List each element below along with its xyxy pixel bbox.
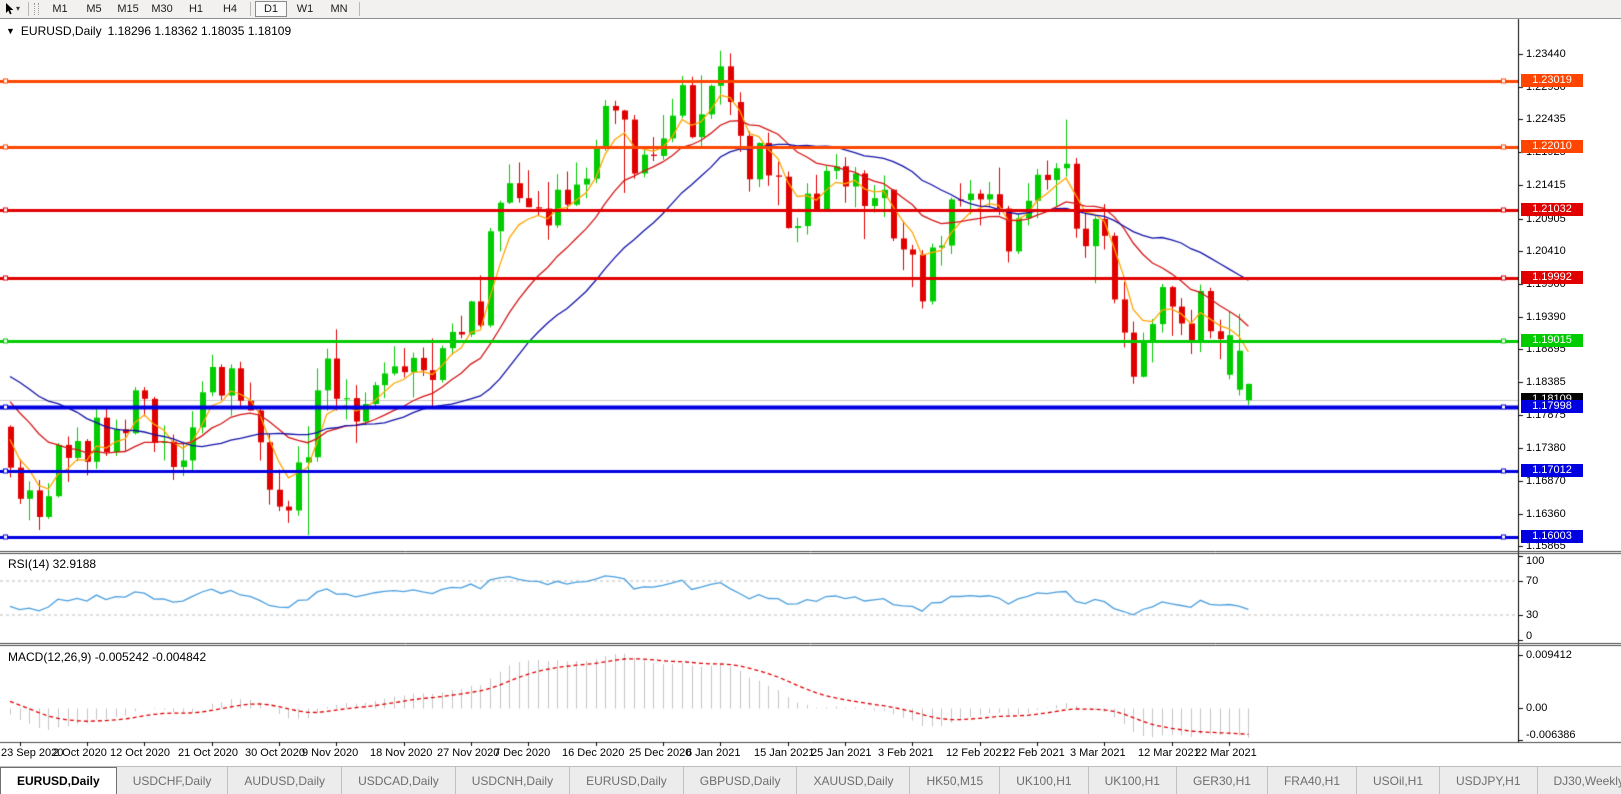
date-axis-label: 27 Nov 2020 — [437, 747, 499, 759]
timeframe-button-m15[interactable]: M15 — [112, 1, 144, 17]
chart-tabs: EURUSD,DailyUSDCHF,DailyAUDUSD,DailyUSDC… — [0, 767, 1621, 794]
rsi-indicator-label: RSI(14) 32.9188 — [8, 557, 96, 571]
date-axis-label: 22 Feb 2021 — [1003, 747, 1065, 759]
price-level-badge: 1.21032 — [1521, 203, 1583, 216]
toolbar: ▾ M1M5M15M30H1H4 D1W1MN — [0, 0, 1621, 19]
chart-tab-dj30-weekly[interactable]: DJ30,Weekly — [1538, 767, 1621, 794]
macd-tick-label: 0.00 — [1526, 702, 1547, 714]
date-axis-label: 21 Oct 2020 — [178, 747, 238, 759]
date-axis-label: 16 Dec 2020 — [562, 747, 624, 759]
timeframe-button-m5[interactable]: M5 — [78, 1, 110, 17]
chart-tab-eurusd-daily[interactable]: EURUSD,Daily — [570, 767, 684, 794]
date-axis-label: 30 Oct 2020 — [245, 747, 305, 759]
chart-tab-uk100-h1[interactable]: UK100,H1 — [1000, 767, 1088, 794]
price-tick-label: 1.20410 — [1526, 245, 1566, 257]
chart-tab-xauusd-daily[interactable]: XAUUSD,Daily — [797, 767, 910, 794]
timeframe-buttons: M1M5M15M30H1H4 D1W1MN — [43, 1, 363, 17]
cursor-tool-button[interactable]: ▾ — [0, 1, 25, 17]
macd-indicator-label: MACD(12,26,9) -0.005242 -0.004842 — [8, 650, 206, 664]
chart-tab-usdjpy-h1[interactable]: USDJPY,H1 — [1440, 767, 1537, 794]
date-axis-label: 12 Feb 2021 — [946, 747, 1008, 759]
price-level-badge: 1.19015 — [1521, 334, 1583, 347]
price-level-badge: 1.22010 — [1521, 140, 1583, 153]
chart-canvas[interactable] — [0, 0, 1621, 793]
date-axis-label: 15 Jan 2021 — [754, 747, 815, 759]
price-level-badge: 1.17998 — [1521, 400, 1583, 413]
toolbar-separator — [28, 2, 29, 16]
collapse-arrow-icon[interactable]: ▼ — [6, 26, 15, 36]
date-axis-label: 12 Mar 2021 — [1138, 747, 1200, 759]
timeframe-button-mn[interactable]: MN — [323, 1, 355, 17]
timeframe-button-m30[interactable]: M30 — [146, 1, 178, 17]
mt4-terminal: { "toolbar": { "cursor_tool": "pointer-c… — [0, 0, 1621, 793]
rsi-tick-label: 100 — [1526, 555, 1544, 567]
chart-tab-ger30-h1[interactable]: GER30,H1 — [1177, 767, 1268, 794]
date-axis-label: 3 Mar 2021 — [1070, 747, 1126, 759]
chart-tab-usdcad-daily[interactable]: USDCAD,Daily — [342, 767, 456, 794]
price-level-badge: 1.16003 — [1521, 530, 1583, 543]
date-axis-label: 12 Oct 2020 — [110, 747, 170, 759]
timeframe-button-m1[interactable]: M1 — [44, 1, 76, 17]
date-axis-label: 18 Nov 2020 — [370, 747, 432, 759]
chart-tab-bar: EURUSD,DailyUSDCHF,DailyAUDUSD,DailyUSDC… — [0, 766, 1621, 794]
date-axis-label: 25 Jan 2021 — [811, 747, 872, 759]
chart-tab-hk50-m15[interactable]: HK50,M15 — [910, 767, 1000, 794]
price-tick-label: 1.16360 — [1526, 508, 1566, 520]
rsi-tick-label: 70 — [1526, 575, 1538, 587]
date-axis-label: 25 Dec 2020 — [629, 747, 691, 759]
ohlc-values: 1.18296 1.18362 1.18035 1.18109 — [108, 24, 292, 38]
date-axis-label: 7 Dec 2020 — [494, 747, 550, 759]
chart-tab-usdcnh-daily[interactable]: USDCNH,Daily — [456, 767, 570, 794]
price-level-badge: 1.19992 — [1521, 271, 1583, 284]
price-tick-label: 1.23440 — [1526, 48, 1566, 60]
toolbar-separator — [250, 2, 251, 16]
chart-tab-uk100-h1[interactable]: UK100,H1 — [1089, 767, 1177, 794]
timeframe-button-d1[interactable]: D1 — [255, 1, 287, 17]
rsi-tick-label: 30 — [1526, 609, 1538, 621]
rsi-tick-label: 0 — [1526, 630, 1532, 642]
toolbar-separator — [359, 2, 360, 16]
date-axis-label: 3 Feb 2021 — [878, 747, 934, 759]
date-axis-label: 2 Oct 2020 — [53, 747, 107, 759]
price-tick-label: 1.18385 — [1526, 376, 1566, 388]
chevron-down-icon: ▾ — [16, 5, 20, 13]
price-tick-label: 1.22435 — [1526, 113, 1566, 125]
price-tick-label: 1.21415 — [1526, 179, 1566, 191]
timeframe-button-w1[interactable]: W1 — [289, 1, 321, 17]
toolbar-grip[interactable] — [34, 3, 39, 15]
date-axis-label: 9 Nov 2020 — [302, 747, 358, 759]
chart-tab-fra40-h1[interactable]: FRA40,H1 — [1268, 767, 1357, 794]
price-tick-label: 1.17380 — [1526, 442, 1566, 454]
macd-tick-label: 0.009412 — [1526, 649, 1572, 661]
chart-tab-audusd-daily[interactable]: AUDUSD,Daily — [228, 767, 342, 794]
symbol-period-label: EURUSD,Daily — [21, 24, 102, 38]
chart-tab-usoil-h1[interactable]: USOil,H1 — [1357, 767, 1440, 794]
macd-tick-label: -0.006386 — [1526, 729, 1576, 741]
pointer-cursor-icon — [5, 3, 14, 15]
price-level-badge: 1.17012 — [1521, 464, 1583, 477]
date-axis-label: 22 Mar 2021 — [1195, 747, 1257, 759]
chart-tab-eurusd-daily[interactable]: EURUSD,Daily — [0, 767, 117, 794]
price-tick-label: 1.19390 — [1526, 311, 1566, 323]
chart-title: ▼ EURUSD,Daily 1.18296 1.18362 1.18035 1… — [6, 24, 291, 38]
timeframe-button-h1[interactable]: H1 — [180, 1, 212, 17]
timeframe-button-h4[interactable]: H4 — [214, 1, 246, 17]
date-axis-label: 6 Jan 2021 — [686, 747, 740, 759]
chart-tab-gbpusd-daily[interactable]: GBPUSD,Daily — [684, 767, 798, 794]
price-level-badge: 1.23019 — [1521, 74, 1583, 87]
chart-tab-usdchf-daily[interactable]: USDCHF,Daily — [117, 767, 229, 794]
